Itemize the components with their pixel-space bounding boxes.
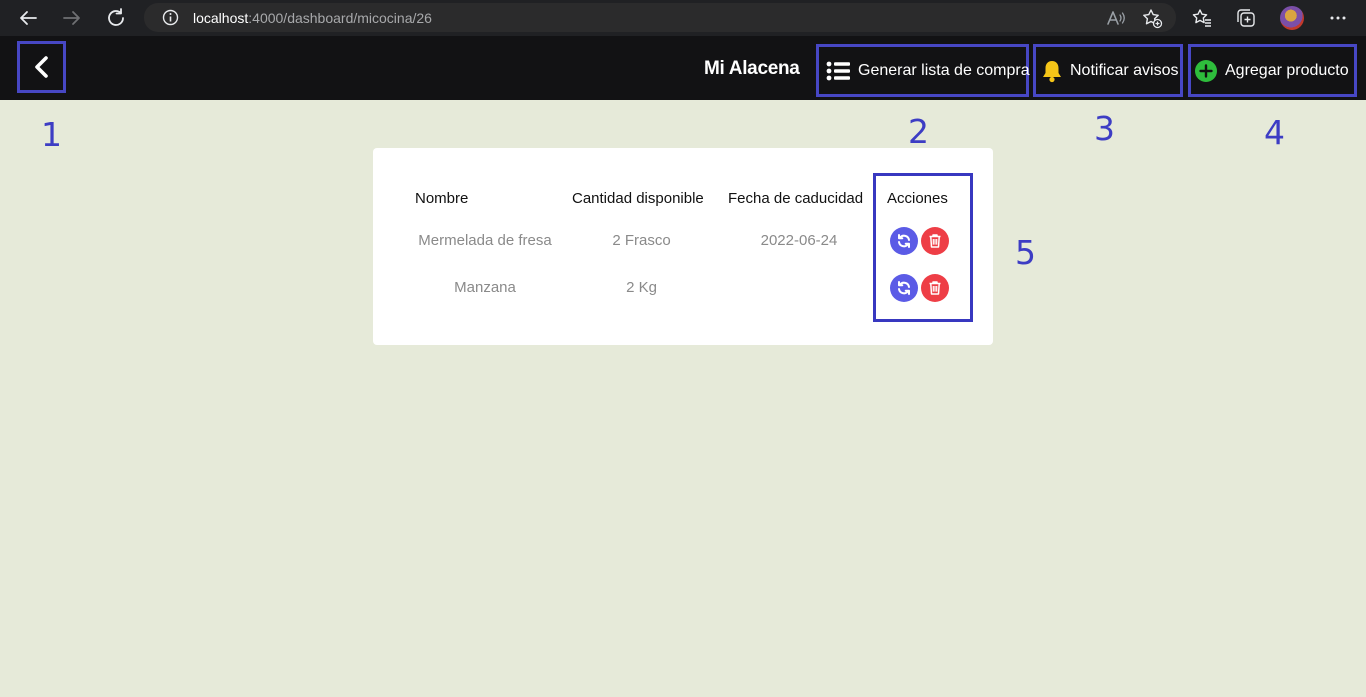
- row-1-refresh-button[interactable]: [890, 227, 918, 255]
- bell-icon: [1041, 59, 1063, 83]
- browser-reload-button[interactable]: [104, 6, 128, 30]
- page-title: Mi Alacena: [704, 58, 800, 79]
- annotation-3: 3: [1094, 109, 1115, 148]
- header-cantidad: Cantidad disponible: [572, 190, 704, 207]
- favorite-add-icon: [1143, 9, 1163, 29]
- favorite-add-button[interactable]: [1141, 7, 1163, 29]
- annotation-2: 2: [908, 112, 929, 151]
- more-icon: [1330, 16, 1346, 20]
- plus-circle-icon: [1194, 59, 1218, 83]
- trash-icon: [929, 281, 941, 295]
- read-aloud-button[interactable]: [1105, 7, 1127, 29]
- generate-shopping-list-label: Generar lista de compra: [858, 61, 1030, 79]
- url-text[interactable]: localhost:4000/dashboard/micocina/26: [193, 10, 432, 26]
- add-product-button[interactable]: Agregar producto: [1188, 44, 1357, 97]
- refresh-icon: [898, 281, 910, 295]
- row-1-nombre: Mermelada de fresa: [418, 232, 552, 249]
- collections-button[interactable]: [1235, 7, 1257, 29]
- collections-icon: [1237, 9, 1255, 27]
- row-1-fecha: 2022-06-24: [760, 232, 838, 249]
- favorites-icon: [1192, 9, 1211, 27]
- row-2-delete-button[interactable]: [921, 274, 949, 302]
- row-2-refresh-button[interactable]: [890, 274, 918, 302]
- read-aloud-icon: [1107, 11, 1125, 25]
- refresh-icon: [898, 234, 910, 248]
- trash-icon: [929, 234, 941, 248]
- notify-alerts-button[interactable]: Notificar avisos: [1033, 44, 1183, 97]
- notify-alerts-label: Notificar avisos: [1070, 61, 1179, 79]
- chevron-left-icon: [34, 56, 48, 78]
- browser-back-button[interactable]: [16, 6, 40, 30]
- list-icon: [826, 61, 851, 81]
- url-path: :4000/dashboard/micocina/26: [248, 10, 432, 26]
- favorites-button[interactable]: [1191, 7, 1213, 29]
- info-icon[interactable]: [162, 9, 179, 26]
- header-fecha: Fecha de caducidad: [728, 190, 864, 207]
- profile-avatar[interactable]: [1280, 6, 1304, 30]
- row-2-nombre: Manzana: [454, 279, 516, 296]
- annotation-1: 1: [41, 115, 62, 154]
- more-button[interactable]: [1327, 7, 1349, 29]
- url-host: localhost: [193, 10, 249, 26]
- back-button[interactable]: [17, 41, 66, 93]
- reload-icon: [108, 8, 124, 26]
- back-arrow-icon: [20, 11, 37, 25]
- generate-shopping-list-button[interactable]: Generar lista de compra: [816, 44, 1030, 97]
- browser-forward-button[interactable]: [60, 6, 84, 30]
- forward-arrow-icon: [63, 11, 80, 25]
- row-1-delete-button[interactable]: [921, 227, 949, 255]
- header-nombre: Nombre: [415, 190, 469, 207]
- add-product-label: Agregar producto: [1225, 61, 1349, 79]
- row-2-cantidad: 2 Kg: [626, 279, 657, 296]
- row-1-cantidad: 2 Frasco: [612, 232, 671, 249]
- annotation-4: 4: [1264, 113, 1285, 152]
- annotation-5: 5: [1015, 233, 1036, 272]
